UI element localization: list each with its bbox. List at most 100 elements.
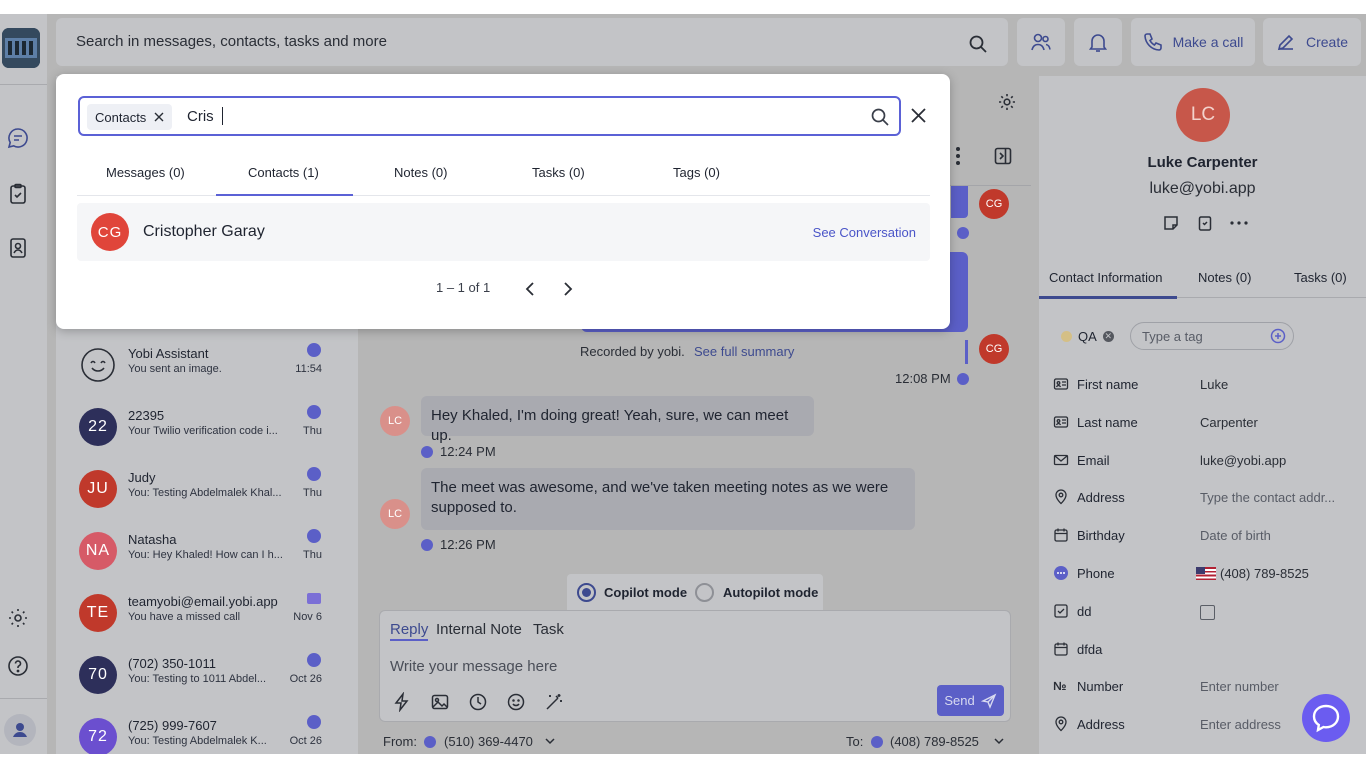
tag-label: QA — [1078, 328, 1097, 344]
contact-name: Luke Carpenter — [1147, 154, 1258, 171]
popup-search-input[interactable]: Contacts Cris — [78, 96, 901, 136]
chat-channel-icon — [421, 446, 433, 458]
chat-channel-icon — [957, 227, 969, 239]
chat-channel-icon — [957, 373, 969, 385]
tag-input[interactable]: Type a tag — [1130, 322, 1294, 350]
conversation-preview: You: Testing Abdelmalek K... — [128, 735, 267, 747]
pagination-label: 1 – 1 of 1 — [436, 280, 491, 295]
chat-channel-icon — [307, 653, 321, 667]
conversation-item[interactable]: TE teamyobi@email.yobi.app You have a miss… — [56, 589, 358, 651]
conversation-time: Nov 6 — [293, 611, 322, 623]
see-full-summary-link[interactable]: See full summary — [694, 344, 794, 359]
contact-result-row[interactable]: CG Cristopher Garay See Conversation — [77, 203, 930, 261]
chat-channel-icon — [424, 736, 436, 748]
tag-chip[interactable]: QA ✕ — [1053, 323, 1122, 349]
conversation-item[interactable]: JU Judy You: Testing Abdelmalek Khal... Thu — [56, 465, 358, 527]
settings-gear-icon[interactable] — [6, 606, 30, 630]
conversation-item[interactable]: 22 22395 Your Twilio verification code i..… — [56, 403, 358, 465]
tab-tasks[interactable]: Tasks (0) — [1294, 270, 1347, 285]
message-time: 12:24 PM — [440, 444, 496, 459]
see-conversation-link[interactable]: See Conversation — [813, 225, 916, 240]
mail-icon — [1053, 452, 1069, 468]
image-icon[interactable] — [430, 692, 450, 712]
tab-notes[interactable]: Notes (0) — [394, 165, 447, 180]
magic-wand-icon[interactable] — [544, 692, 564, 712]
team-button[interactable] — [1017, 18, 1065, 66]
checkbox-icon — [1053, 603, 1069, 619]
tab-tags[interactable]: Tags (0) — [673, 165, 720, 180]
location-icon — [1053, 489, 1069, 505]
emoji-icon[interactable] — [506, 692, 526, 712]
field-input-placeholder[interactable]: Type the contact addr... — [1200, 490, 1335, 505]
field-input-placeholder[interactable]: Enter number — [1200, 679, 1279, 694]
support-chat-button[interactable] — [1302, 694, 1350, 742]
tab-task[interactable]: Task — [533, 621, 564, 638]
field-value[interactable]: luke@yobi.app — [1200, 453, 1286, 468]
tab-contacts[interactable]: Contacts (1) — [248, 165, 319, 180]
conversation-avatar: 70 — [79, 656, 117, 694]
global-search-bar[interactable]: Search in messages, contacts, tasks and … — [56, 18, 1008, 66]
user-profile-button[interactable] — [4, 714, 36, 746]
search-query: Cris — [187, 108, 214, 125]
tab-tasks[interactable]: Tasks (0) — [532, 165, 585, 180]
add-tag-icon[interactable] — [1270, 328, 1286, 344]
clock-icon[interactable] — [468, 692, 488, 712]
lightning-icon[interactable] — [392, 692, 412, 712]
search-icon[interactable] — [968, 34, 988, 54]
conversation-item[interactable]: 70 (702) 350-1011 You: Testing to 1011 Abd… — [56, 651, 358, 713]
search-popup: Contacts Cris Messages (0) Contacts (1) … — [56, 74, 950, 329]
conversation-time: Oct 26 — [289, 673, 322, 685]
more-options-icon[interactable] — [955, 146, 961, 166]
field-value[interactable]: Carpenter — [1200, 415, 1258, 430]
chevron-down-icon[interactable] — [994, 737, 1004, 745]
autopilot-radio[interactable] — [695, 583, 714, 602]
copilot-label: Copilot mode — [604, 585, 688, 600]
conversation-item[interactable]: 72 (725) 999-7607 You: Testing Abdelmalek … — [56, 713, 358, 754]
help-icon[interactable] — [6, 654, 30, 678]
note-icon[interactable] — [1162, 214, 1180, 232]
prev-page-icon[interactable] — [524, 281, 536, 297]
tab-notes[interactable]: Notes (0) — [1198, 270, 1251, 285]
composer-input[interactable]: Write your message here — [390, 658, 557, 675]
field-input-placeholder[interactable]: Date of birth — [1200, 528, 1271, 543]
field-value[interactable]: (408) 789-8525 — [1220, 566, 1309, 581]
send-button[interactable]: Send — [937, 685, 1004, 716]
field-label: Email — [1077, 452, 1110, 468]
from-number-select[interactable]: (510) 369-4470 — [444, 734, 533, 749]
notifications-button[interactable] — [1074, 18, 1122, 66]
conversation-time: 11:54 — [295, 363, 322, 375]
make-call-button[interactable]: Make a call — [1131, 18, 1255, 66]
contacts-book-icon[interactable] — [6, 236, 30, 260]
field-label: dd — [1077, 603, 1092, 619]
close-icon[interactable] — [910, 107, 927, 124]
sender-avatar: CG — [979, 334, 1009, 364]
remove-tag-icon[interactable]: ✕ — [1102, 330, 1114, 342]
field-checkbox[interactable] — [1200, 604, 1215, 620]
copilot-radio[interactable] — [577, 583, 596, 602]
tab-messages[interactable]: Messages (0) — [106, 165, 185, 180]
result-name: Cristopher Garay — [143, 223, 265, 240]
task-clipboard-icon[interactable] — [1196, 214, 1214, 232]
conversation-item[interactable]: NA Natasha You: Hey Khaled! How can I h...… — [56, 527, 358, 589]
tab-contact-information[interactable]: Contact Information — [1049, 270, 1162, 285]
to-number-select[interactable]: (408) 789-8525 — [890, 734, 979, 749]
field-value[interactable]: Luke — [1200, 377, 1228, 392]
search-icon[interactable] — [870, 107, 890, 127]
workspace-logo[interactable] — [2, 28, 40, 68]
chat-settings-icon[interactable] — [997, 92, 1017, 112]
messages-icon[interactable] — [6, 126, 30, 150]
field-label: First name — [1077, 377, 1139, 392]
assistant-avatar — [79, 346, 117, 384]
filter-chip[interactable]: Contacts — [87, 104, 173, 130]
field-input-placeholder[interactable]: Enter address — [1200, 717, 1281, 732]
tasks-icon[interactable] — [6, 182, 30, 206]
next-page-icon[interactable] — [562, 281, 574, 297]
tab-reply[interactable]: Reply — [390, 621, 429, 641]
create-button[interactable]: Create — [1263, 18, 1361, 66]
toggle-sidebar-icon[interactable] — [994, 147, 1012, 165]
conversation-item[interactable]: Yobi Assistant You sent an image. 11:54 — [56, 341, 358, 403]
tag-input-placeholder: Type a tag — [1142, 329, 1203, 344]
chevron-down-icon[interactable] — [545, 737, 555, 745]
more-horizontal-icon[interactable] — [1230, 221, 1248, 225]
tab-internal-note[interactable]: Internal Note — [436, 621, 522, 638]
